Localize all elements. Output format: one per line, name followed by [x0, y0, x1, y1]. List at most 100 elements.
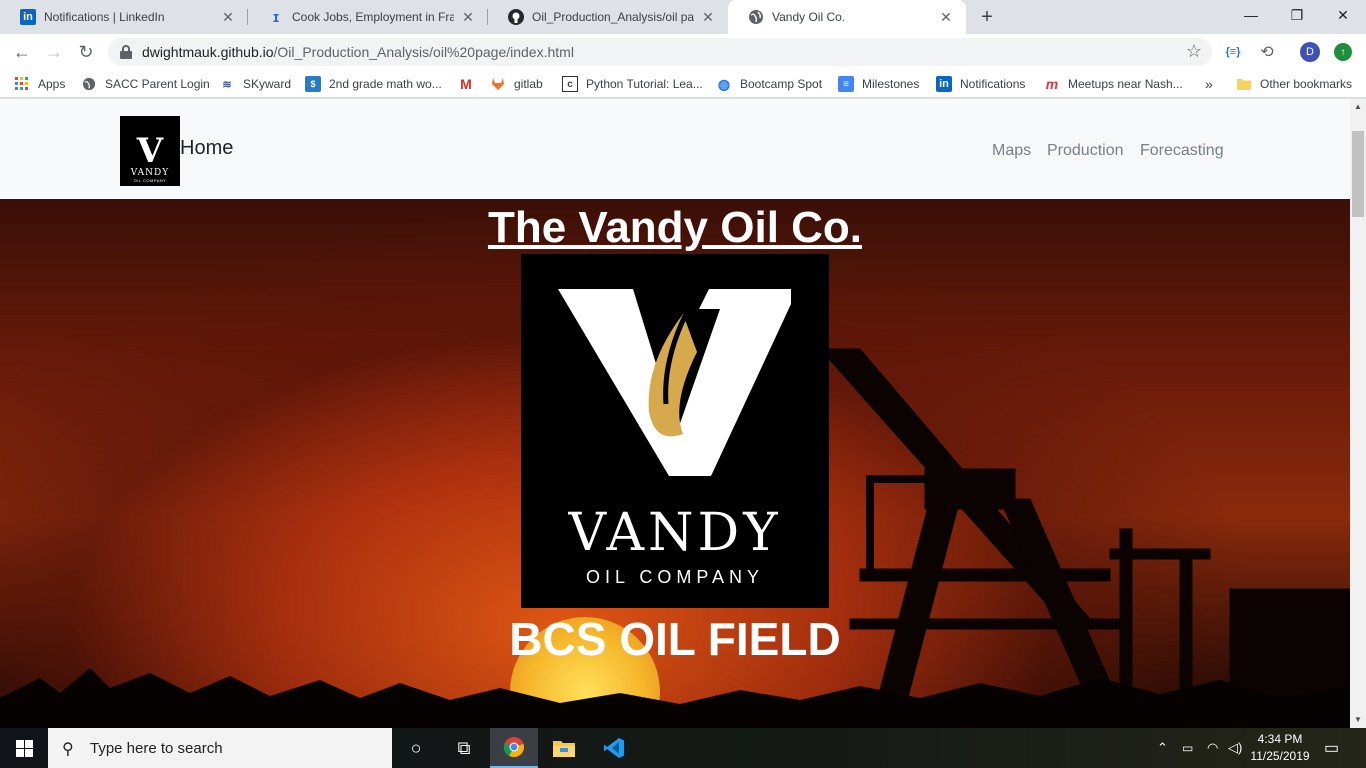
bookmark-gmail[interactable]: M	[458, 75, 482, 93]
other-bookmarks-folder[interactable]: Other bookmarks	[1236, 75, 1352, 93]
folder-icon	[1236, 76, 1252, 92]
tab-strip: in Notifications | LinkedIn ✕ ɪ Cook Job…	[0, 0, 1366, 34]
scroll-up-arrow-icon[interactable]: ▲	[1354, 103, 1362, 111]
github-icon	[508, 9, 524, 25]
forward-button[interactable]: →	[40, 38, 68, 66]
history-icon[interactable]: ⟲	[1256, 41, 1278, 63]
site-navbar: V VANDY OIL COMPANY Home Maps Production…	[0, 99, 1350, 199]
tab-title: Vandy Oil Co.	[772, 10, 846, 24]
oil-field-heading: BCS OIL FIELD	[509, 613, 841, 665]
bookmark-label: Milestones	[862, 77, 920, 91]
indeed-icon: ɪ	[272, 8, 280, 26]
nav-link-forecasting[interactable]: Forecasting	[1140, 142, 1224, 160]
close-icon[interactable]: ✕	[220, 9, 236, 25]
task-view-icon[interactable]: ⧉	[440, 728, 488, 768]
hero-section: The Vandy Oil Co. VANDY OIL COMPANY BCS …	[0, 199, 1350, 728]
wifi-icon[interactable]: ◠	[1207, 728, 1218, 768]
scrollbar-thumb[interactable]	[1352, 131, 1364, 217]
site-logo[interactable]: V VANDY OIL COMPANY	[120, 116, 180, 186]
cortana-icon[interactable]: ○	[392, 728, 440, 768]
search-icon: ⚲	[62, 741, 74, 758]
update-arrow-icon[interactable]: ↑	[1334, 43, 1352, 61]
search-placeholder: Type here to search	[90, 739, 223, 757]
hero-logo-subtitle: OIL COMPANY	[585, 567, 765, 587]
lock-icon	[120, 45, 132, 59]
taskbar-search[interactable]: ⚲ Type here to search	[48, 728, 392, 768]
bookmark-label: Bootcamp Spot	[740, 77, 823, 91]
bookmark-math[interactable]: $ 2nd grade math wo...	[305, 75, 442, 93]
profile-avatar[interactable]: D	[1300, 42, 1320, 62]
minimize-button[interactable]: —	[1228, 0, 1274, 30]
gmail-icon: M	[460, 76, 472, 92]
show-hidden-icons[interactable]: ⌃	[1157, 728, 1168, 768]
bookmark-sacc[interactable]: SACC Parent Login	[81, 75, 210, 93]
bookmark-gitlab[interactable]: gitlab	[490, 75, 543, 93]
json-extension-icon[interactable]: {≡}	[1222, 41, 1244, 63]
bookmark-notifications[interactable]: in Notifications	[936, 75, 1025, 93]
python-tutorial-icon: c	[562, 76, 578, 92]
meetup-icon: m	[1045, 76, 1059, 92]
linkedin-icon: in	[20, 9, 36, 25]
more-bookmarks-button[interactable]: »	[1205, 75, 1213, 93]
nav-link-maps[interactable]: Maps	[992, 142, 1031, 160]
restore-button[interactable]: ❐	[1274, 0, 1320, 30]
bookmark-python[interactable]: c Python Tutorial: Lea...	[562, 75, 703, 93]
tab-title: Cook Jobs, Employment in Frankl	[292, 10, 454, 24]
globe-icon	[748, 9, 764, 25]
battery-icon[interactable]: ▭	[1182, 728, 1193, 768]
v-drop-logo-mark	[558, 289, 791, 476]
start-button[interactable]	[0, 728, 48, 768]
nav-home-link[interactable]: Home	[180, 137, 233, 160]
bookmark-label: Apps	[38, 77, 66, 91]
bookmark-label: SKyward	[243, 77, 292, 91]
close-icon[interactable]: ✕	[460, 9, 476, 25]
tab-title: Notifications | LinkedIn	[44, 10, 165, 24]
tab-github[interactable]: Oil_Production_Analysis/oil page ✕	[488, 0, 728, 34]
new-tab-button[interactable]: +	[975, 5, 999, 29]
close-icon[interactable]: ✕	[700, 9, 716, 25]
bookmark-apps[interactable]: Apps	[14, 75, 65, 93]
bookmark-skyward[interactable]: ≋ SKyward	[219, 75, 291, 93]
notifications-icon[interactable]: ▭	[1324, 728, 1339, 768]
web-page: V VANDY OIL COMPANY Home Maps Production…	[0, 99, 1350, 728]
bookmark-bootcamp[interactable]: ◍ Bootcamp Spot	[716, 75, 822, 93]
skyward-icon: ≋	[222, 78, 232, 91]
reload-button[interactable]: ↻	[72, 38, 100, 66]
bookmark-meetup[interactable]: m Meetups near Nash...	[1044, 75, 1183, 93]
bookmarks-bar: Apps SACC Parent Login ≋ SKyward $ 2nd g…	[0, 70, 1366, 98]
vscode-icon[interactable]	[590, 728, 638, 768]
volume-icon[interactable]: ◁)	[1228, 728, 1242, 768]
clock-time: 4:34 PM	[1257, 732, 1303, 746]
tab-linkedin[interactable]: in Notifications | LinkedIn ✕	[0, 0, 248, 34]
page-scrollbar[interactable]: ▲ ▼	[1350, 99, 1366, 728]
chrome-taskbar-icon[interactable]	[490, 728, 538, 768]
linkedin-icon: in	[936, 76, 952, 92]
bookmark-label: gitlab	[514, 77, 543, 91]
milestones-icon: ≡	[838, 76, 854, 92]
bookmark-label: 2nd grade math wo...	[329, 77, 442, 91]
hero-company-logo: VANDY OIL COMPANY	[521, 254, 829, 608]
bookmark-label: Meetups near Nash...	[1068, 77, 1183, 91]
bootcamp-icon: ◍	[717, 75, 731, 92]
apps-grid-icon	[14, 76, 30, 92]
close-icon[interactable]: ✕	[938, 9, 954, 25]
scroll-down-arrow-icon[interactable]: ▼	[1354, 716, 1362, 724]
bookmark-milestones[interactable]: ≡ Milestones	[838, 75, 919, 93]
url-text: dwightmauk.github.io/Oil_Production_Anal…	[142, 44, 574, 60]
hero-title: The Vandy Oil Co.	[487, 203, 863, 252]
tab-vandy-active[interactable]: Vandy Oil Co. ✕	[728, 0, 966, 34]
hero-logo-brand: VANDY	[568, 503, 782, 563]
bookmark-star-icon[interactable]: ☆	[1186, 41, 1202, 62]
file-explorer-icon[interactable]	[540, 728, 588, 768]
nav-link-production[interactable]: Production	[1047, 142, 1124, 160]
windows-logo-icon	[15, 739, 33, 757]
windows-taskbar: ⚲ Type here to search ○ ⧉ ⌃ ▭ ◠ ◁) 4:34 …	[0, 728, 1366, 768]
taskbar-clock[interactable]: 4:34 PM 11/25/2019	[1244, 731, 1316, 765]
math-icon: $	[305, 76, 321, 92]
back-button[interactable]: ←	[8, 38, 36, 66]
tab-indeed[interactable]: ɪ Cook Jobs, Employment in Frankl ✕	[248, 0, 488, 34]
globe-icon	[81, 76, 97, 92]
address-bar[interactable]: dwightmauk.github.io/Oil_Production_Anal…	[108, 38, 1212, 66]
clock-date: 11/25/2019	[1250, 749, 1310, 763]
close-window-button[interactable]: ✕	[1320, 0, 1366, 30]
